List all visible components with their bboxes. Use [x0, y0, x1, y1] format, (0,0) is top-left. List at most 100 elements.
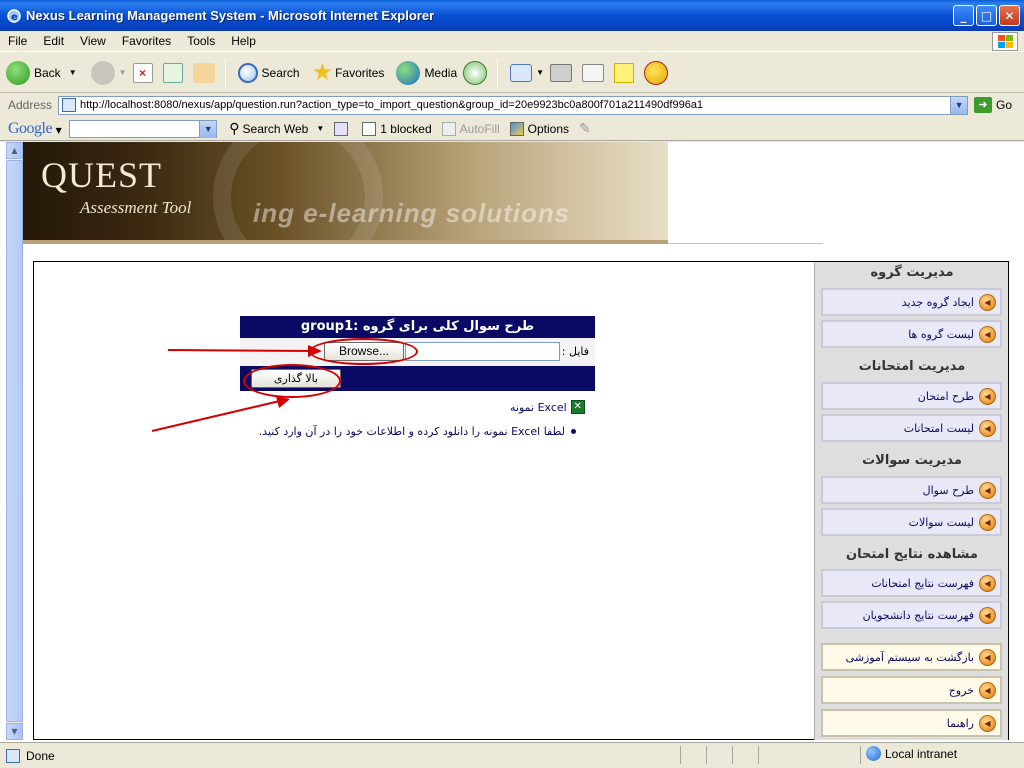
svg-text:e: e	[11, 12, 18, 23]
sidebar-item-back-to-system[interactable]: بازگشت به سیستم آموزشی ◀	[821, 643, 1002, 671]
scroll-up-icon[interactable]: ▲	[6, 142, 23, 159]
security-zone[interactable]: Local intranet	[866, 746, 957, 761]
print-button[interactable]	[550, 63, 576, 82]
stop-button[interactable]: ×	[132, 62, 157, 83]
toolbar-separator	[497, 58, 499, 87]
sidebar-item-label: لیست سوالات	[908, 515, 974, 529]
menu-tools[interactable]: Tools	[179, 34, 223, 48]
highlighter-button[interactable]: ✎	[579, 120, 591, 137]
minimize-button[interactable]: _	[953, 5, 974, 26]
quest-banner: QUEST Assessment Tool ing e-learning sol…	[23, 142, 668, 244]
address-bar: Address http://localhost:8080/nexus/app/…	[0, 94, 1024, 116]
sidebar-item-student-results[interactable]: فهرست نتایج دانشجویان ◀	[821, 601, 1002, 629]
menu-help[interactable]: Help	[223, 34, 264, 48]
menu-view[interactable]: View	[72, 34, 114, 48]
google-dropdown-icon[interactable]: ▼	[56, 126, 62, 135]
mail-dropdown-icon[interactable]: ▼	[536, 68, 544, 77]
close-button[interactable]: ✕	[999, 5, 1020, 26]
windows-logo-icon	[992, 32, 1018, 51]
status-divider	[860, 746, 861, 764]
history-button[interactable]	[463, 60, 491, 85]
arrow-left-icon: ◀	[979, 574, 996, 592]
excel-sample-label: Excel نمونه	[510, 400, 567, 414]
messenger-button[interactable]	[644, 60, 672, 85]
home-button[interactable]	[192, 62, 219, 83]
sidebar-item-label: طرح سوال	[922, 483, 974, 497]
autofill-button[interactable]: AutoFill	[441, 121, 500, 136]
back-button[interactable]: Back ▼	[6, 60, 77, 85]
media-button[interactable]: Media	[396, 60, 457, 85]
menu-edit[interactable]: Edit	[35, 34, 72, 48]
status-divider	[758, 746, 759, 764]
forward-button[interactable]: ▼	[83, 60, 127, 85]
sidebar-item-label: ایجاد گروه جدید	[901, 295, 974, 309]
popup-blocker-button[interactable]: 1 blocked	[362, 121, 432, 136]
options-button[interactable]: Options	[509, 121, 570, 136]
toolbar: Back ▼ ▼ × Search ★ Favorites Media ▼	[0, 53, 1024, 93]
messenger-icon	[644, 60, 669, 85]
vertical-scrollbar[interactable]: ▲ ▼	[6, 142, 23, 740]
sidebar-item-label: خروج	[948, 683, 974, 697]
arrow-left-icon: ◀	[979, 293, 996, 311]
sidebar-item-label: لیست امتحانات	[903, 421, 974, 435]
options-icon	[509, 121, 524, 136]
sidebar-item-design-question[interactable]: طرح سوال ◀	[821, 476, 1002, 504]
sidebar-item-design-exam[interactable]: طرح امتحان ◀	[821, 382, 1002, 410]
sidebar-item-logout[interactable]: خروج ◀	[821, 676, 1002, 704]
sidebar-item-exam-list[interactable]: لیست امتحانات ◀	[821, 414, 1002, 442]
arrow-left-icon: ◀	[979, 681, 996, 699]
google-logo-text: Google	[8, 119, 53, 137]
section-exam-results: مشاهده نتایج امتحان	[846, 547, 978, 562]
page-icon	[62, 98, 77, 112]
pagerank-button[interactable]	[334, 121, 352, 136]
excel-sample-link[interactable]: ✕ Excel نمونه	[510, 400, 585, 414]
status-text: Done	[26, 748, 55, 763]
sidebar-item-exam-results[interactable]: فهرست نتایج امتحانات ◀	[821, 569, 1002, 597]
back-dropdown-icon[interactable]: ▼	[69, 68, 77, 77]
go-arrow-icon: ➜	[974, 97, 993, 113]
scroll-thumb[interactable]	[6, 160, 23, 722]
google-search-dropdown-icon[interactable]: ▼	[199, 120, 217, 138]
sidebar-item-help[interactable]: راهنما ◀	[821, 709, 1002, 737]
edit-button[interactable]	[582, 63, 608, 82]
section-group-management: مدیریت گروه	[870, 265, 954, 280]
search-web-label: Search Web	[242, 121, 309, 136]
search-button[interactable]: Search	[237, 62, 300, 83]
address-input[interactable]: http://localhost:8080/nexus/app/question…	[58, 95, 969, 115]
search-web-dropdown-icon[interactable]: ▼	[316, 124, 324, 133]
forward-dropdown-icon[interactable]: ▼	[119, 68, 127, 77]
stop-icon: ×	[132, 62, 153, 83]
options-label: Options	[527, 121, 570, 136]
blocked-label: 1 blocked	[380, 121, 432, 136]
favorites-button[interactable]: ★ Favorites	[312, 58, 385, 87]
pagerank-icon	[334, 121, 349, 136]
notes-button[interactable]	[614, 62, 638, 83]
scroll-down-icon[interactable]: ▼	[6, 723, 23, 740]
go-button[interactable]: ➜ Go	[974, 97, 1012, 113]
maximize-button[interactable]: □	[976, 5, 997, 26]
mail-button[interactable]: ▼	[510, 63, 544, 82]
google-search-input[interactable]: ▼	[69, 119, 218, 138]
instruction-item: لطفا Excel نمونه را دانلود کرده و اطلاعا…	[236, 425, 576, 438]
zone-label: Local intranet	[885, 746, 958, 761]
intranet-globe-icon	[866, 746, 881, 761]
go-label: Go	[996, 98, 1013, 112]
instruction-text: لطفا Excel نمونه را دانلود کرده و اطلاعا…	[258, 425, 565, 438]
sidebar-item-create-group[interactable]: ایجاد گروه جدید ◀	[821, 288, 1002, 316]
google-logo[interactable]: Google ▼	[8, 119, 62, 138]
sidebar-item-label: طرح امتحان	[917, 389, 974, 403]
file-path-input[interactable]	[405, 342, 560, 361]
sidebar-item-question-list[interactable]: لیست سوالات ◀	[821, 508, 1002, 536]
search-web-button[interactable]: ⚲ Search Web ▼	[229, 120, 324, 137]
sidebar-item-group-list[interactable]: لیست گروه ها ◀	[821, 320, 1002, 348]
pencil-icon: ✎	[579, 120, 591, 136]
address-dropdown-icon[interactable]: ▼	[950, 96, 968, 114]
refresh-button[interactable]	[162, 62, 187, 83]
arrow-left-icon: ◀	[979, 606, 996, 624]
menu-favorites[interactable]: Favorites	[114, 34, 179, 48]
google-toolbar: Google ▼ ▼ ⚲ Search Web ▼ 1 blocked Auto…	[0, 117, 1024, 141]
history-icon	[463, 60, 488, 85]
annotation-oval-upload	[243, 364, 341, 398]
menu-file[interactable]: File	[0, 34, 35, 48]
search-label: Search	[261, 65, 300, 80]
